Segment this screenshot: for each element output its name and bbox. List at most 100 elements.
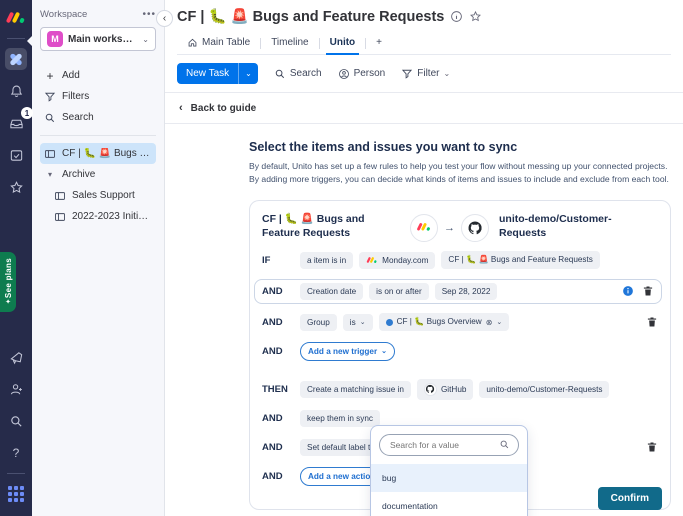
chip-field-creation-date[interactable]: Creation date bbox=[300, 282, 364, 300]
sidebar-board-initiatives[interactable]: 2022-2023 Initiatives bbox=[40, 206, 156, 227]
grid-dots bbox=[8, 486, 24, 502]
tab-unito[interactable]: Unito bbox=[320, 32, 366, 55]
workspace-avatar: M bbox=[47, 31, 63, 47]
tab-timeline[interactable]: Timeline bbox=[261, 32, 318, 54]
board-toolbar: New Task ⌄ Search Person Filter ⌄ bbox=[165, 55, 683, 93]
see-plans-button[interactable]: See plans ✦ bbox=[0, 252, 16, 312]
unito-rules-panel: Select the items and issues you want to … bbox=[165, 124, 683, 516]
search-icon bbox=[500, 440, 509, 449]
section-heading: Select the items and issues you want to … bbox=[249, 140, 518, 154]
confirm-button[interactable]: Confirm bbox=[597, 487, 662, 510]
trash-icon[interactable] bbox=[646, 441, 658, 453]
chevron-down-icon[interactable]: ⌄ bbox=[238, 63, 258, 84]
board-icon bbox=[55, 191, 65, 200]
rule-row-group: AND Group is ⌄ CF | 🐛 Bugs Overview ⊗ ⌄ bbox=[262, 312, 658, 333]
sidebar-archive-toggle[interactable]: ▾ Archive bbox=[40, 164, 156, 185]
chip-tool-github[interactable]: GitHub bbox=[416, 378, 474, 400]
trash-icon[interactable] bbox=[642, 285, 654, 297]
sidebar-board-bugs[interactable]: CF | 🐛 🚨 Bugs and Feature Requests bbox=[40, 143, 156, 164]
plus-icon: + bbox=[46, 68, 54, 83]
favorite-star-icon[interactable] bbox=[469, 10, 482, 23]
sidebar-collapse-button[interactable]: ‹ bbox=[156, 10, 173, 27]
chip-date-value[interactable]: Sep 28, 2022 bbox=[434, 282, 498, 300]
notifications-bell-icon[interactable] bbox=[5, 80, 27, 102]
apps-grid-icon[interactable] bbox=[5, 483, 27, 505]
toolbar-person-button[interactable]: Person bbox=[338, 68, 385, 80]
workspace-menu-icon[interactable]: ••• bbox=[142, 9, 156, 20]
monday-logo-mark bbox=[366, 256, 378, 264]
monday-logo-mark bbox=[5, 11, 26, 26]
favorites-star-icon[interactable] bbox=[5, 176, 27, 198]
flow-card-header: CF | 🐛 🚨 Bugs and Feature Requests → uni… bbox=[262, 212, 658, 242]
group-color-dot bbox=[385, 318, 393, 326]
trash-icon[interactable] bbox=[646, 316, 658, 328]
work-management-app-icon[interactable] bbox=[5, 48, 27, 70]
board-icon bbox=[55, 212, 65, 221]
funnel-icon bbox=[44, 92, 56, 102]
tab-add[interactable]: + bbox=[366, 32, 392, 54]
rule-row-creation-date: AND Creation date is on or after Sep 28,… bbox=[254, 278, 662, 304]
sidebar-add-button[interactable]: + Add bbox=[40, 65, 156, 86]
workspace-name: Main workspace bbox=[68, 33, 137, 45]
chevron-left-icon: ‹ bbox=[179, 102, 183, 114]
sidebar-search-button[interactable]: Search bbox=[40, 107, 156, 128]
arrow-right-icon: → bbox=[444, 221, 455, 234]
chip-operator-is[interactable]: is ⌄ bbox=[342, 313, 373, 331]
sidebar-filters-button[interactable]: Filters bbox=[40, 86, 156, 107]
dropdown-option-bug[interactable]: bug bbox=[371, 463, 527, 492]
info-icon[interactable] bbox=[622, 285, 634, 297]
origami-icon[interactable] bbox=[5, 346, 27, 368]
inbox-icon[interactable]: 1 bbox=[5, 107, 33, 134]
home-icon bbox=[188, 38, 197, 47]
flow-target-title: unito-demo/Customer-Requests bbox=[499, 212, 612, 239]
back-to-guide-link[interactable]: ‹ Back to guide bbox=[165, 93, 683, 124]
search-icon bbox=[275, 69, 284, 78]
search-icon[interactable] bbox=[5, 410, 27, 432]
toolbar-filter-button[interactable]: Filter ⌄ bbox=[401, 68, 450, 80]
sidebar-divider bbox=[40, 135, 156, 136]
board-icon bbox=[45, 149, 55, 158]
monday-tool-icon bbox=[410, 213, 438, 242]
remove-value-icon[interactable]: ⊗ bbox=[486, 318, 493, 327]
search-icon bbox=[45, 113, 55, 122]
toolbar-search-button[interactable]: Search bbox=[274, 68, 322, 80]
invite-members-icon[interactable] bbox=[5, 378, 27, 400]
flow-source-title: CF | 🐛 🚨 Bugs and Feature Requests bbox=[262, 212, 365, 239]
person-icon bbox=[338, 68, 349, 79]
github-octocat-icon bbox=[426, 385, 435, 394]
monday-logo[interactable] bbox=[5, 7, 27, 29]
monday-logo-mark bbox=[416, 222, 431, 233]
chip-field-group[interactable]: Group bbox=[300, 313, 337, 331]
rule-row-add-trigger: AND Add a new trigger ⌄ bbox=[262, 341, 658, 362]
label-picker-dropdown: bug documentation bbox=[370, 424, 528, 516]
workspace-sidebar: Workspace ••• M Main workspace ⌄ + Add F… bbox=[32, 0, 165, 516]
chevron-down-icon: ⌄ bbox=[381, 348, 388, 356]
chip-operator[interactable]: is on or after bbox=[369, 282, 429, 300]
sidebar-board-sales-support[interactable]: Sales Support bbox=[40, 185, 156, 206]
workspace-label: Workspace bbox=[40, 9, 88, 20]
my-work-icon[interactable] bbox=[5, 144, 27, 166]
rule-row-if: IF a item is in Monday.com CF | 🐛 🚨 Bugs… bbox=[262, 250, 658, 271]
help-icon[interactable]: ? bbox=[5, 442, 27, 464]
dropdown-option-documentation[interactable]: documentation bbox=[371, 492, 527, 516]
add-trigger-button[interactable]: Add a new trigger ⌄ bbox=[300, 341, 396, 361]
chip-keep-in-sync: keep them in sync bbox=[300, 409, 380, 427]
inbox-badge: 1 bbox=[21, 107, 33, 119]
chevron-down-icon: ⌄ bbox=[142, 34, 149, 44]
x-app-icon bbox=[5, 48, 27, 70]
chevron-down-icon: ⌄ bbox=[496, 319, 503, 327]
flow-connector: → bbox=[410, 213, 489, 242]
chip-tool-monday[interactable]: Monday.com bbox=[359, 251, 436, 269]
chip-item-is-in: a item is in bbox=[300, 251, 354, 269]
dropdown-search-input[interactable] bbox=[388, 438, 495, 451]
chip-group-value[interactable]: CF | 🐛 Bugs Overview ⊗ ⌄ bbox=[378, 313, 510, 332]
chip-target-repo[interactable]: unito-demo/Customer-Requests bbox=[479, 380, 610, 398]
new-task-button[interactable]: New Task ⌄ bbox=[177, 63, 258, 84]
tab-main-table[interactable]: Main Table bbox=[177, 32, 260, 54]
workspace-selector[interactable]: M Main workspace ⌄ bbox=[40, 27, 156, 51]
board-tabs: Main Table Timeline Unito + bbox=[177, 32, 671, 55]
chip-source-board[interactable]: CF | 🐛 🚨 Bugs and Feature Requests bbox=[441, 251, 600, 270]
dropdown-search[interactable] bbox=[379, 433, 519, 456]
page-title[interactable]: CF | 🐛 🚨 Bugs and Feature Requests bbox=[177, 8, 444, 25]
info-icon[interactable] bbox=[450, 10, 463, 23]
